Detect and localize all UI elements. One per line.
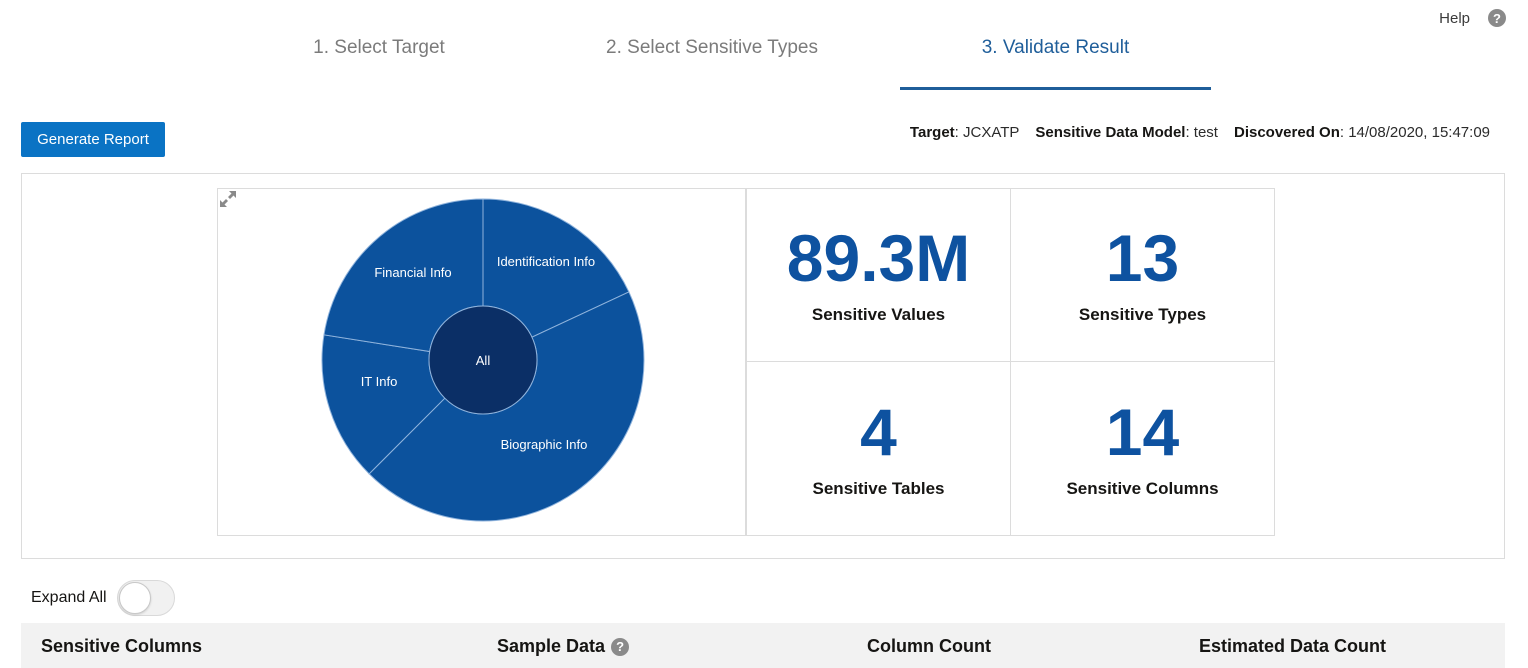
wizard-train: 1. Select Target 2. Select Sensitive Typ… — [0, 24, 1528, 90]
metric-value: 4 — [860, 394, 897, 469]
metric-label: Sensitive Columns — [1066, 478, 1219, 498]
metric-value: 14 — [1105, 394, 1180, 469]
meta-target: Target: JCXATP — [909, 124, 1020, 141]
column-header-column-count[interactable]: Column Count — [867, 636, 991, 657]
step-label: 1. Select Target — [313, 37, 445, 58]
sunburst-segment-label: IT Info — [361, 374, 398, 389]
results-table-header: Sensitive Columns Sample Data ? Column C… — [21, 623, 1505, 668]
step-label: 2. Select Sensitive Types — [606, 37, 818, 58]
metric-label: Sensitive Values — [811, 305, 946, 324]
help-icon[interactable]: ? — [611, 637, 630, 656]
column-header-label: Sensitive Columns — [41, 636, 203, 656]
step-validate-result[interactable]: 3. Validate Result — [900, 24, 1211, 90]
metric-value: 89.3M — [786, 221, 971, 295]
expand-all-toggle[interactable] — [116, 580, 175, 616]
metric-sensitive-values: 89.3M Sensitive Values — [746, 188, 1011, 362]
meta-discovered: Discovered On: 14/08/2020, 15:47:09 — [1233, 124, 1490, 141]
sunburst-center-label: All — [476, 353, 491, 368]
metric-label: Sensitive Types — [1078, 305, 1207, 324]
step-select-sensitive-types[interactable]: 2. Select Sensitive Types — [580, 24, 844, 90]
sunburst-segment-label: Biographic Info — [501, 437, 588, 452]
meta-model: Sensitive Data Model: test — [1035, 124, 1218, 141]
metric-sensitive-columns: 14 Sensitive Columns — [1010, 361, 1275, 536]
sunburst-chart-card: Identification Info Biographic Info IT Inf… — [217, 188, 746, 536]
metric-label: Sensitive Tables — [812, 478, 945, 498]
column-header-label: Estimated Data Count — [1199, 636, 1387, 656]
generate-report-button[interactable]: Generate Report — [21, 122, 165, 157]
column-header-sensitive-columns[interactable]: Sensitive Columns — [41, 636, 202, 657]
sunburst-chart: Identification Info Biographic Info IT Inf… — [321, 198, 645, 522]
metric-sensitive-types: 13 Sensitive Types — [1010, 188, 1275, 362]
expand-arrows-icon[interactable] — [218, 189, 238, 209]
sunburst-segment-label: Financial Info — [374, 265, 451, 280]
column-header-estimated-data-count[interactable]: Estimated Data Count — [1199, 636, 1386, 657]
discovery-meta: Target: JCXATP Sensitive Data Model: tes… — [910, 124, 1490, 141]
expand-all-row: Expand All — [31, 580, 175, 616]
toggle-knob — [118, 582, 151, 614]
step-label: 3. Validate Result — [981, 37, 1130, 58]
sunburst-segment-label: Identification Info — [497, 254, 595, 269]
expand-all-label: Expand All — [31, 589, 107, 606]
column-header-sample-data[interactable]: Sample Data ? — [497, 636, 630, 657]
column-header-label: Column Count — [867, 636, 991, 656]
step-select-target[interactable]: 1. Select Target — [277, 24, 481, 90]
metric-value: 13 — [1105, 221, 1180, 295]
metric-sensitive-tables: 4 Sensitive Tables — [746, 361, 1011, 536]
column-header-label: Sample Data — [497, 636, 606, 656]
